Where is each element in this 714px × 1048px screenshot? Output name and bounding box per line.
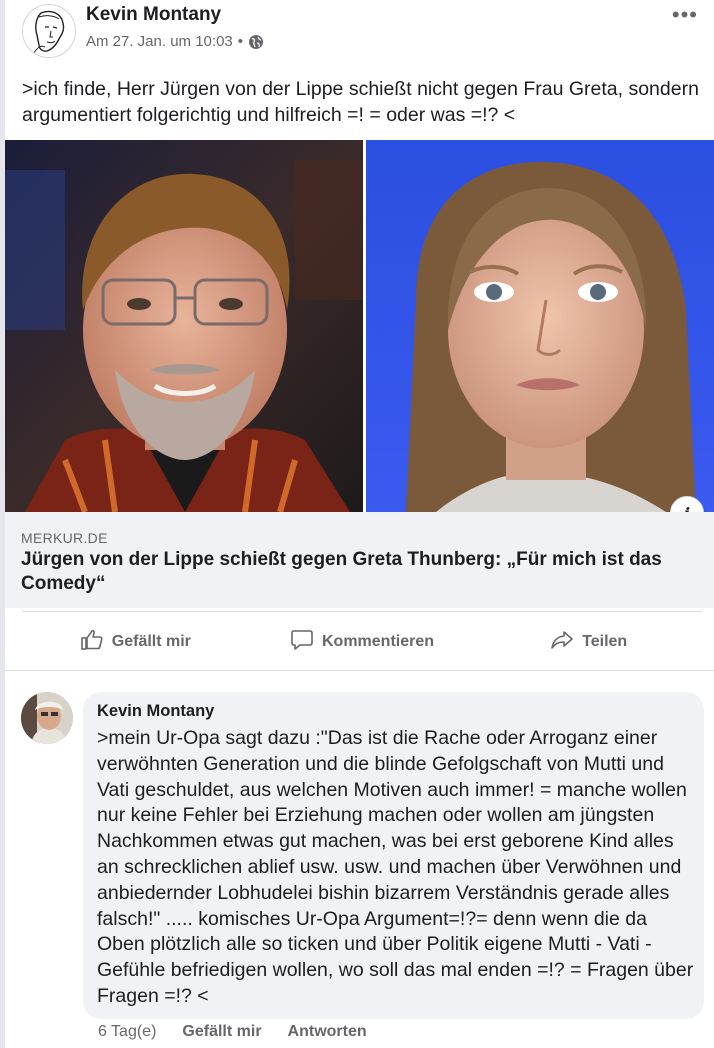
comment-button[interactable]: Kommentieren (249, 620, 476, 664)
post-text: >ich finde, Herr Jürgen von der Lippe sc… (22, 78, 699, 126)
comment-reply-button[interactable]: Antworten (288, 1023, 367, 1041)
post-header: Kevin Montany Am 27. Jan. um 10:03 • ••• (22, 2, 702, 58)
comment-author[interactable]: Kevin Montany (97, 702, 214, 721)
post-actions: Gefällt mir Kommentieren Teilen (22, 620, 702, 664)
comment-age[interactable]: 6 Tag(e) (98, 1023, 156, 1041)
more-options-icon[interactable]: ••• (672, 2, 698, 28)
share-label: Teilen (582, 633, 628, 650)
share-arrow-icon (550, 628, 574, 657)
link-domain: MERKUR.DE (21, 530, 108, 546)
like-label: Gefällt mir (111, 633, 191, 650)
like-button[interactable]: Gefällt mir (22, 620, 249, 664)
comment-actions: 6 Tag(e) Gefällt mir Antworten (98, 1023, 367, 1041)
post-meta: Am 27. Jan. um 10:03 • (86, 33, 264, 50)
divider (22, 611, 702, 612)
link-preview-image[interactable] (5, 140, 714, 512)
portrait-girl-icon (366, 140, 714, 512)
comment-bubble: Kevin Montany >mein Ur-Opa sagt dazu :"D… (83, 692, 704, 1019)
link-card[interactable]: MERKUR.DE Jürgen von der Lippe schießt g… (5, 512, 714, 608)
avatar[interactable] (22, 4, 76, 58)
comment-label: Kommentieren (321, 633, 435, 650)
post-author[interactable]: Kevin Montany (86, 4, 221, 26)
divider (5, 670, 714, 671)
meta-separator: • (237, 33, 244, 50)
comment-text: >mein Ur-Opa sagt dazu :"Das ist die Rac… (97, 727, 694, 1007)
avatar[interactable] (21, 692, 73, 744)
share-button[interactable]: Teilen (475, 620, 702, 664)
thumbs-up-icon (80, 628, 104, 657)
comment-like-button[interactable]: Gefällt mir (182, 1023, 261, 1041)
portrait-man-icon (5, 140, 363, 512)
post-timestamp[interactable]: Am 27. Jan. um 10:03 (86, 33, 233, 50)
comment-bubble-icon (290, 628, 314, 657)
globe-icon (248, 34, 264, 50)
link-title[interactable]: Jürgen von der Lippe schießt gegen Greta… (21, 548, 691, 596)
